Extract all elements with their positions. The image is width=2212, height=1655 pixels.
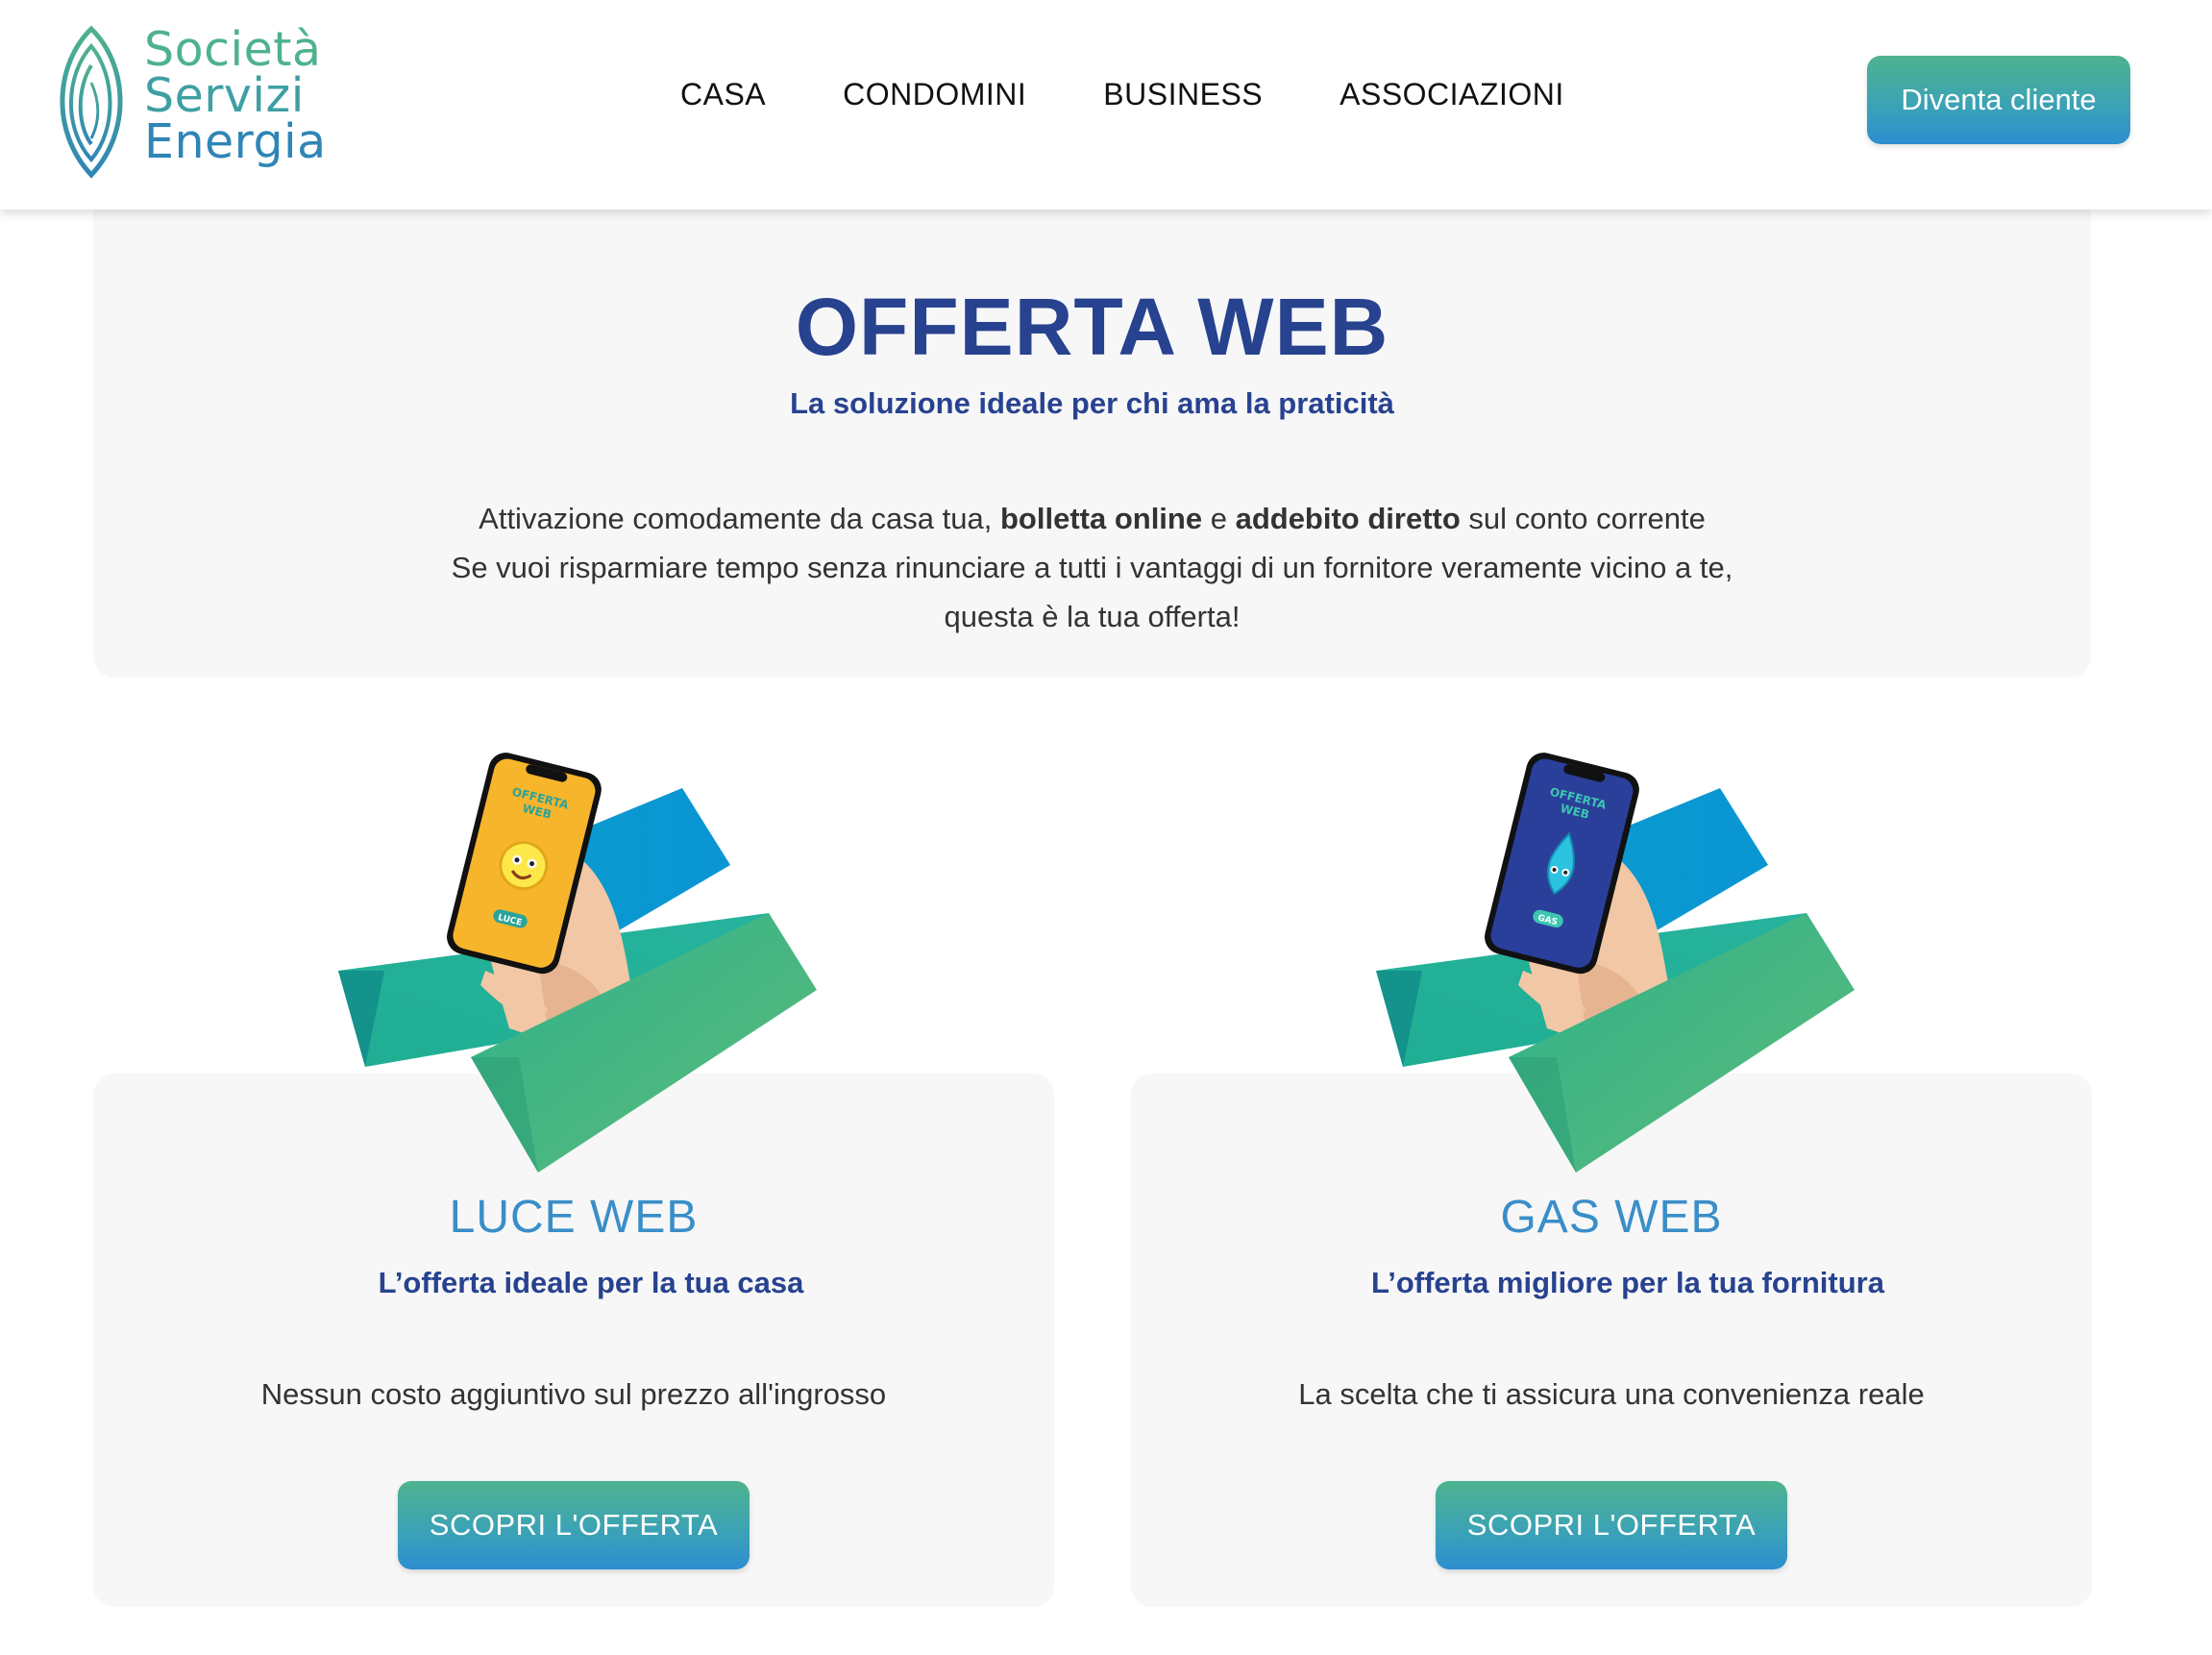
hero-description-line-1: Attivazione comodamente da casa tua, bol… [93,494,2091,543]
hero-bold-text: addebito diretto [1235,502,1461,535]
card-title: LUCE WEB [449,1192,699,1243]
card-description: Nessun costo aggiuntivo sul prezzo all'i… [260,1377,887,1411]
nav-item-casa[interactable]: CASA [680,77,766,112]
page-title: OFFERTA WEB [795,282,1389,372]
card-description: La scelta che ti assicura una convenienz… [1298,1377,1925,1411]
hero-description-line-2: Se vuoi risparmiare tempo senza rinuncia… [451,551,1733,584]
gas-phone-illustration: OFFERTA WEB GAS [1364,740,1864,1182]
card-subtitle: L’offerta migliore per la tua fornitura [1371,1266,1884,1299]
site-header: Società Servizi Energia CASA CONDOMINI B… [0,0,2212,210]
hero-section: OFFERTA WEB La soluzione ideale per chi … [93,204,2091,678]
hero-description-line-3: questa è la tua offerta! [944,600,1241,633]
hero-subtitle: La soluzione ideale per chi ama la prati… [790,386,1394,420]
hero-text: sul conto corrente [1460,502,1706,535]
brand-name-line-3: Energia [144,114,327,169]
brand-name-line-1: Società [144,22,322,77]
nav-item-business[interactable]: BUSINESS [1103,77,1263,112]
gas-discover-offer-button[interactable]: SCOPRI L'OFFERTA [1436,1481,1787,1569]
nav-item-condomini[interactable]: CONDOMINI [843,77,1026,112]
hand-phone-icon: OFFERTA WEB GAS [1376,753,1855,1173]
hero-bold-text: bolletta online [999,502,1203,535]
brand-name-line-2: Servizi [144,68,305,123]
leaf-logo-icon [60,25,123,179]
card-subtitle: L’offerta ideale per la tua casa [378,1266,804,1299]
brand-name: Società Servizi Energia [144,22,327,169]
nav-item-associazioni[interactable]: ASSOCIAZIONI [1339,77,1564,112]
main-nav: CASA CONDOMINI BUSINESS ASSOCIAZIONI [680,77,1564,112]
hand-phone-icon: OFFERTA WEB LUCE [338,753,817,1173]
hero-text: e [1202,502,1236,535]
card-title: GAS WEB [1500,1192,1723,1243]
hero-description: Attivazione comodamente da casa tua, bol… [93,494,2091,641]
brand-logo[interactable]: Società Servizi Energia [50,25,377,179]
hero-text: Attivazione comodamente da casa tua, [479,502,1000,535]
luce-phone-illustration: OFFERTA WEB LUCE [327,740,826,1182]
luce-discover-offer-button[interactable]: SCOPRI L'OFFERTA [398,1481,750,1569]
become-client-button[interactable]: Diventa cliente [1867,56,2130,144]
